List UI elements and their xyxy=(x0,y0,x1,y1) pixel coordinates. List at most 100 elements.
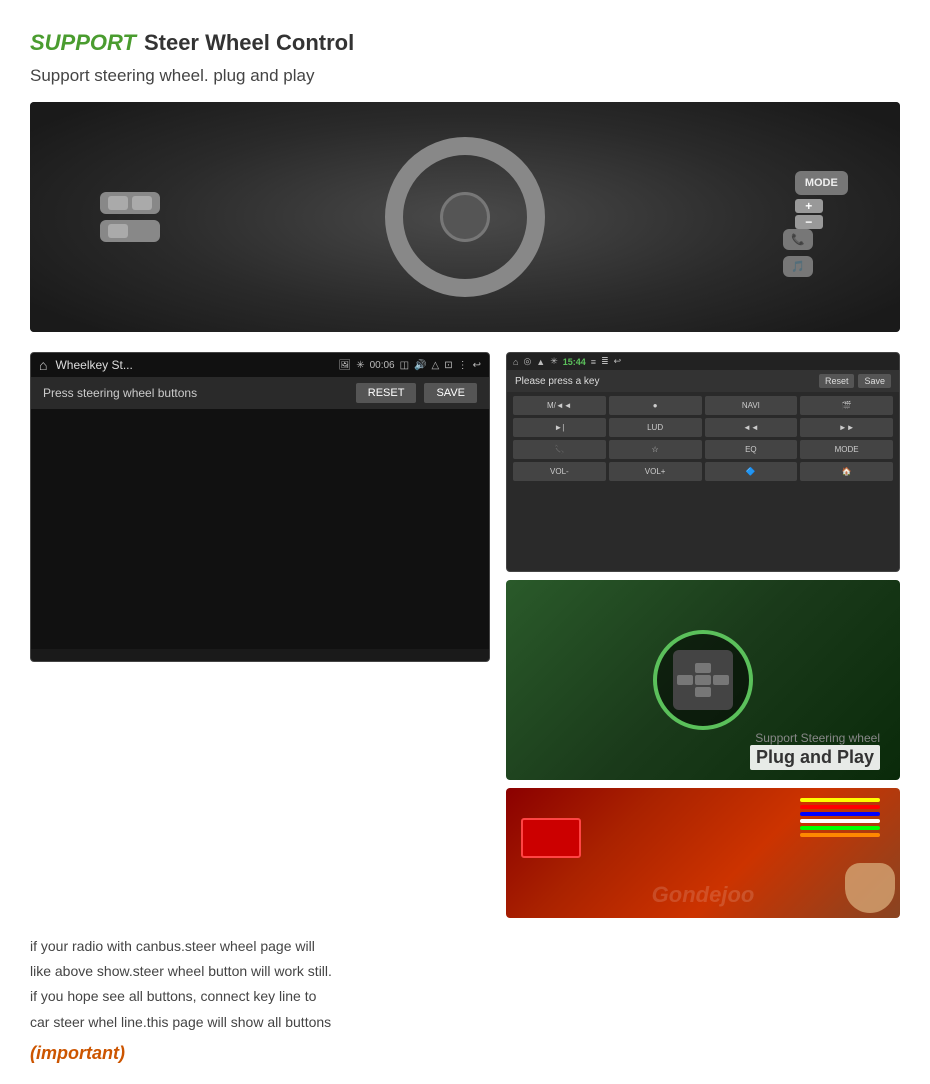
menu-icon: ⋮ xyxy=(458,360,468,371)
bluetooth-icon: ✳ xyxy=(356,360,364,371)
car-signal-icon: ▲ xyxy=(536,357,545,367)
steering-wheel-photo: MODE + − 📞 🎵 xyxy=(30,102,900,332)
car-grid-btn-lud: LUD xyxy=(609,418,702,437)
bottom-line-3: if you hope see all buttons, connect key… xyxy=(30,984,900,1009)
sw-btn-2 xyxy=(132,196,152,210)
sw-inner-btn-1 xyxy=(695,663,711,673)
car-home-icon: ⌂ xyxy=(513,357,518,367)
car-grid-btn-film: 🎬 xyxy=(800,396,893,415)
car-grid-btn-eq: EQ xyxy=(705,440,798,459)
sw-right-controls: MODE + − xyxy=(795,171,848,229)
car-grid-btn-navi: NAVI xyxy=(705,396,798,415)
wire-blue xyxy=(800,812,880,816)
car-grid-btn-bt: 🔷 xyxy=(705,462,798,481)
support-steering-label: Support Steering wheel xyxy=(755,731,880,745)
signal-icon: ◫ xyxy=(400,360,409,371)
sw-plus-minus: + − xyxy=(795,199,848,229)
home-icon: ⌂ xyxy=(39,357,47,373)
sw-btn-3 xyxy=(108,224,128,238)
sw-plus: + xyxy=(795,199,823,213)
bottom-row: ⌂ Wheelkey St... 🖼 ✳ 00:06 ◫ 🔊 △ ⊡ ⋮ ↩ xyxy=(30,352,900,918)
car-menu-icon: ≡ xyxy=(591,357,596,367)
bottom-line-4: car steer whel line.this page will show … xyxy=(30,1010,900,1035)
car-press-label: Please press a key xyxy=(515,376,600,387)
car-nav-icon: ◎ xyxy=(523,356,531,367)
sw-inner-btn-2 xyxy=(677,675,693,685)
sw-left-bottom-buttons xyxy=(100,220,160,242)
hand-shape xyxy=(845,863,895,913)
sw-inner-btn-4 xyxy=(713,675,729,685)
important-label: (important) xyxy=(30,1043,900,1064)
sw-phone-btn: 📞 xyxy=(783,229,813,250)
wheelkey-app: ⌂ Wheelkey St... 🖼 ✳ 00:06 ◫ 🔊 △ ⊡ ⋮ ↩ xyxy=(30,352,490,662)
right-panel: ⌂ ◎ ▲ ✳ 15:44 ≡ ≣ ↩ Please press a key R… xyxy=(506,352,900,918)
bottom-description: if your radio with canbus.steer wheel pa… xyxy=(30,934,900,1035)
app-content-bar: Press steering wheel buttons RESET SAVE xyxy=(31,377,489,409)
sw-inner-btn-5 xyxy=(695,687,711,697)
title-rest: Steer Wheel Control xyxy=(144,30,354,56)
title-section: SUPPORT Steer Wheel Control xyxy=(30,30,900,56)
sw-left-controls xyxy=(100,192,160,242)
bottom-line-1: if your radio with canbus.steer wheel pa… xyxy=(30,934,900,959)
app-main-area xyxy=(31,409,489,649)
sw-mode-block: MODE xyxy=(795,171,848,195)
car-grid-btn-1: M/◄◄ xyxy=(513,396,606,415)
app-status-icons: 🖼 ✳ 00:06 ◫ 🔊 △ ⊡ ⋮ ↩ xyxy=(338,360,481,371)
title-support: SUPPORT xyxy=(30,30,136,56)
car-save-button[interactable]: Save xyxy=(858,374,891,388)
wire-orange xyxy=(800,833,880,837)
triangle-icon: △ xyxy=(432,360,440,371)
car-back-icon: ↩ xyxy=(614,356,622,367)
reset-button[interactable]: RESET xyxy=(356,383,417,403)
wires-bundle xyxy=(800,798,880,837)
subtitle: Support steering wheel. plug and play xyxy=(30,66,900,86)
sw-right-bottom-controls: 📞 🎵 xyxy=(783,229,813,277)
car-grid: M/◄◄ ● NAVI 🎬 ►| LUD ◄◄ ►► 📞 ☆ EQ MODE V… xyxy=(507,392,899,485)
time-display: 00:06 xyxy=(370,360,395,371)
sw-inner-btn-3 xyxy=(695,675,711,685)
wiring-box xyxy=(521,818,581,858)
car-interface: ⌂ ◎ ▲ ✳ 15:44 ≡ ≣ ↩ Please press a key R… xyxy=(506,352,900,572)
car-grid-btn-2: ● xyxy=(609,396,702,415)
app-action-buttons: RESET SAVE xyxy=(356,383,477,403)
car-grid-btn-home: 🏠 xyxy=(800,462,893,481)
car-action-buttons: Reset Save xyxy=(819,374,891,388)
press-label: Press steering wheel buttons xyxy=(43,386,197,400)
sw-inner-row-1 xyxy=(695,663,711,673)
bottom-line-2: like above show.steer wheel button will … xyxy=(30,959,900,984)
image-icon: 🖼 xyxy=(338,360,351,371)
sw-inner-row-3 xyxy=(695,687,711,697)
sw-left-top-buttons xyxy=(100,192,160,214)
volume-icon: 🔊 xyxy=(414,360,426,371)
wire-white xyxy=(800,819,880,823)
steering-wheel-center xyxy=(440,192,490,242)
wiring-photo: Gondejoo xyxy=(506,788,900,918)
car-bt-icon: ✳ xyxy=(550,356,558,367)
sw-audio-btn: 🎵 xyxy=(783,256,813,277)
back-icon: ↩ xyxy=(473,360,481,371)
car-grid-btn-phone: 📞 xyxy=(513,440,606,459)
car-reset-button[interactable]: Reset xyxy=(819,374,855,388)
photo-icon: ⊡ xyxy=(444,360,452,371)
watermark: Gondejoo xyxy=(652,882,755,908)
wire-green xyxy=(800,826,880,830)
car-grid-btn-rev: ◄◄ xyxy=(705,418,798,437)
car-grid-btn-mode: MODE xyxy=(800,440,893,459)
sw-inner-row-2 xyxy=(677,675,729,685)
sw-green-circle xyxy=(653,630,753,730)
car-grid-btn-play: ►| xyxy=(513,418,606,437)
save-button[interactable]: SAVE xyxy=(424,383,477,403)
app-title-text: Wheelkey St... xyxy=(55,358,330,372)
sw-photo-area: Support Steering wheel Plug and Play xyxy=(506,580,900,780)
car-grid-btn-ff: ►► xyxy=(800,418,893,437)
car-list-icon: ≣ xyxy=(601,356,609,367)
car-grid-btn-voldown: VOL- xyxy=(513,462,606,481)
wire-red xyxy=(800,805,880,809)
page-container: SUPPORT Steer Wheel Control Support stee… xyxy=(0,0,930,1084)
car-time: 15:44 xyxy=(563,357,586,367)
car-grid-btn-star: ☆ xyxy=(609,440,702,459)
car-header-bar: Please press a key Reset Save xyxy=(507,370,899,392)
app-statusbar: ⌂ Wheelkey St... 🖼 ✳ 00:06 ◫ 🔊 △ ⊡ ⋮ ↩ xyxy=(31,353,489,377)
plug-play-label: Plug and Play xyxy=(750,745,880,770)
car-statusbar: ⌂ ◎ ▲ ✳ 15:44 ≡ ≣ ↩ xyxy=(507,353,899,370)
